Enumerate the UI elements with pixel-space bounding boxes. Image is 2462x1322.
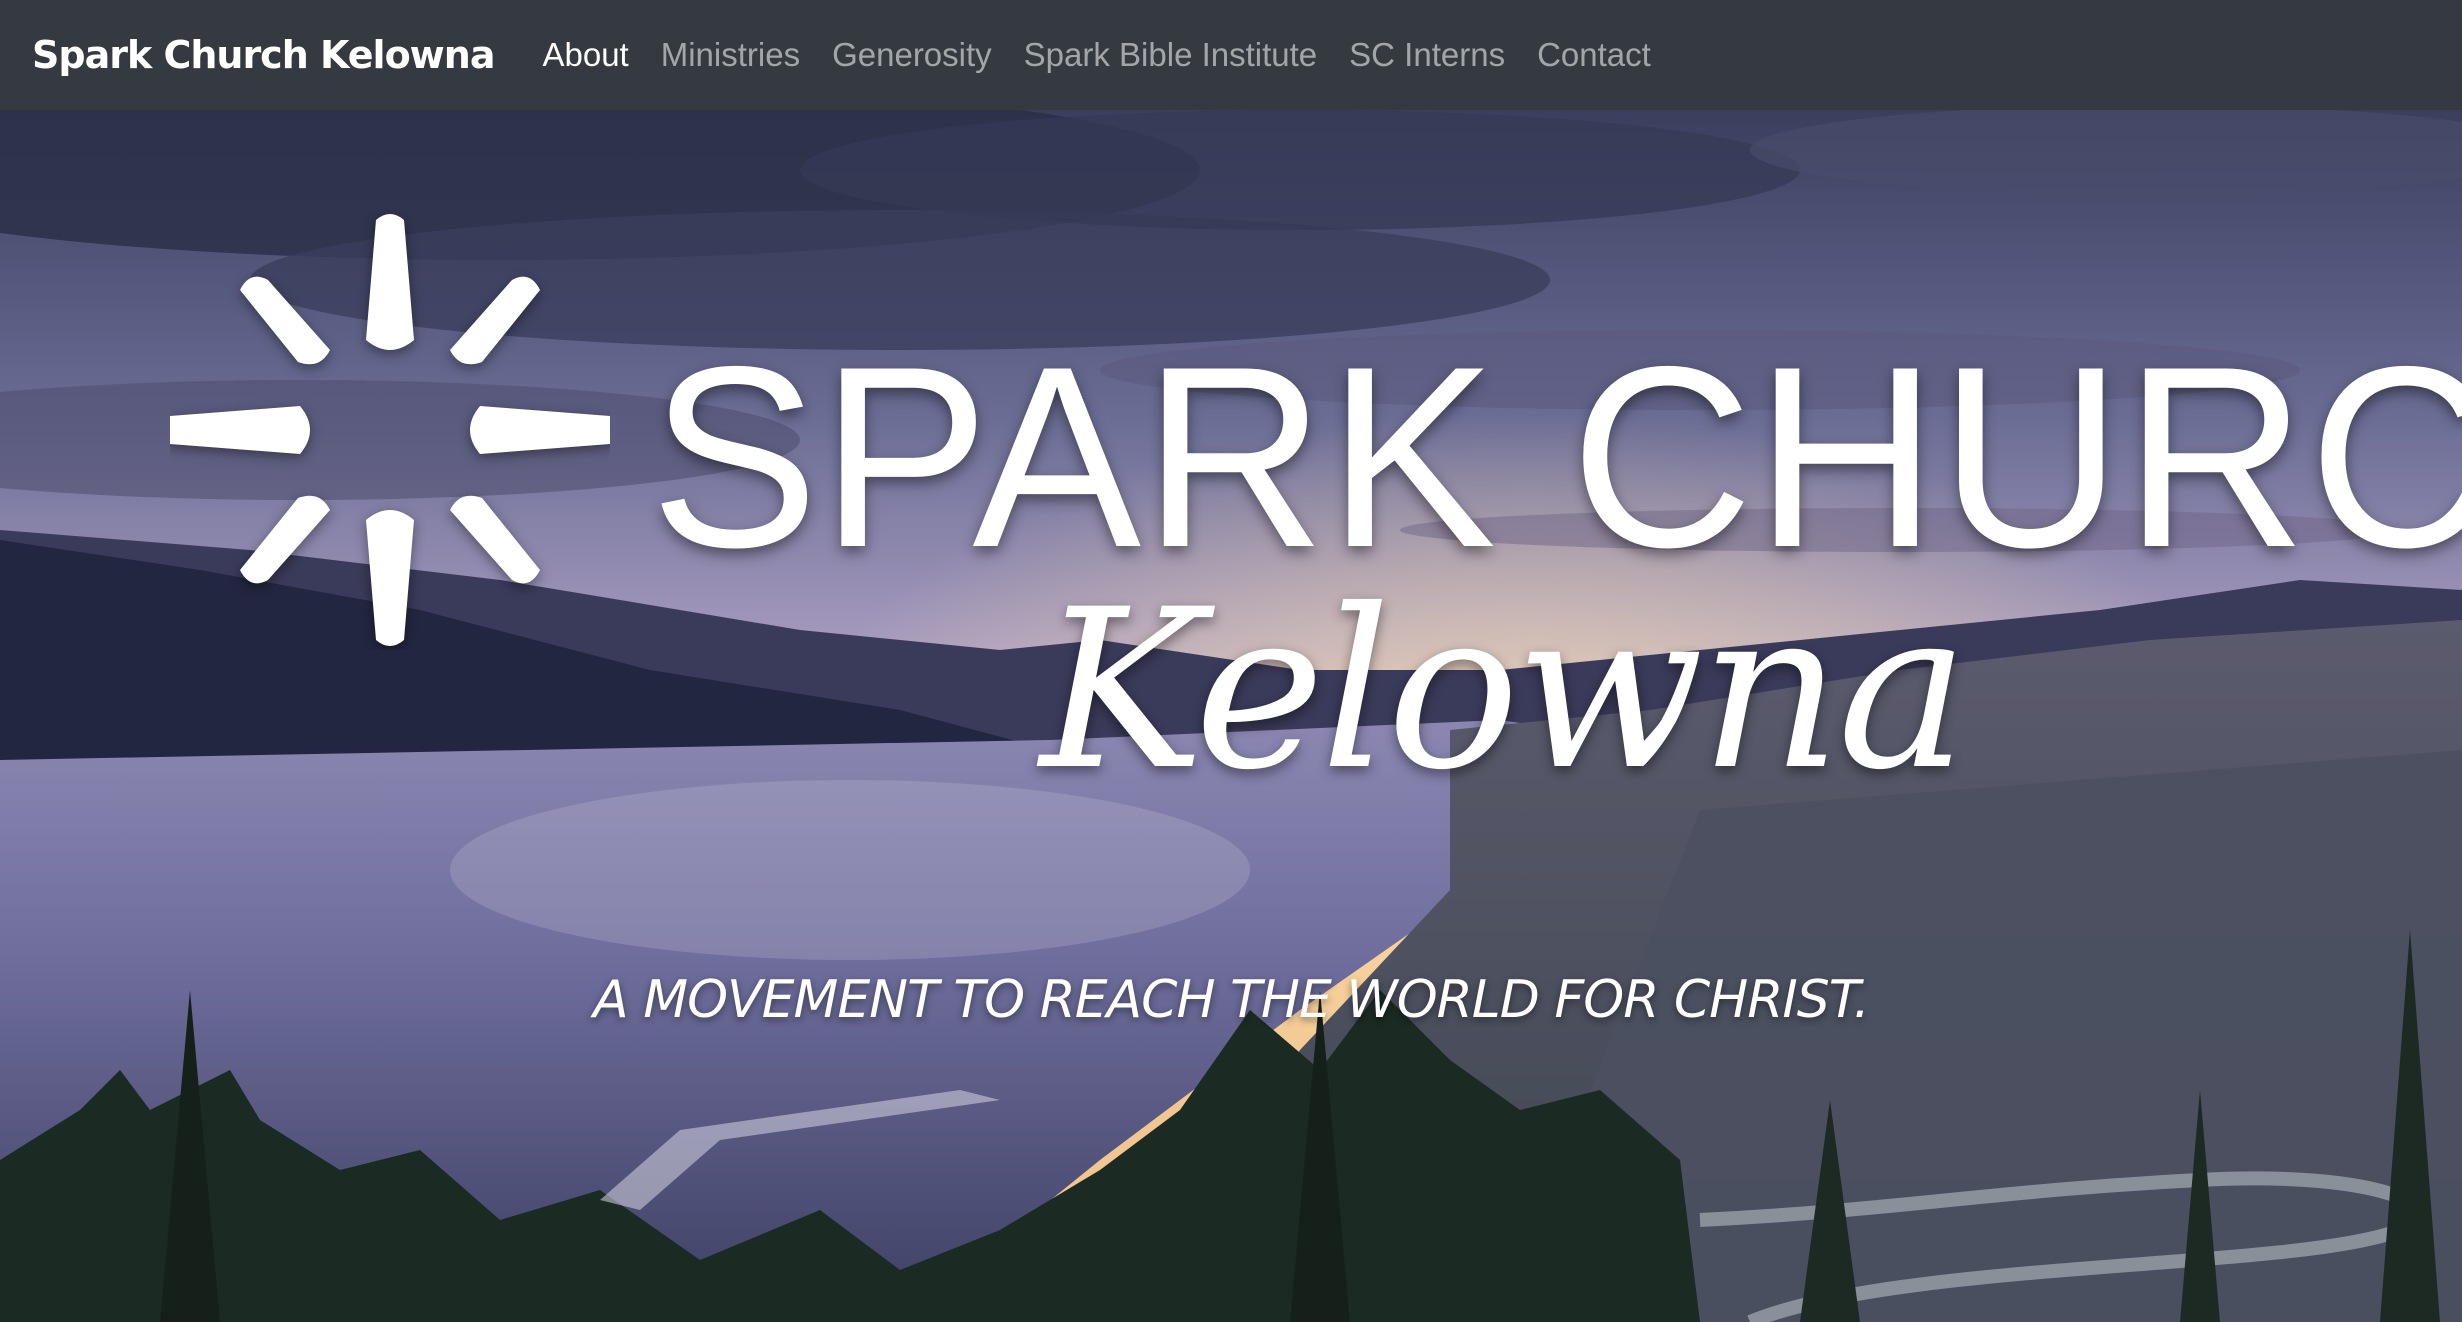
hero-banner: SPARK CHURCH Kelowna A MOVEMENT TO REACH… xyxy=(0,110,2462,1322)
hero-logo-title: SPARK CHURCH xyxy=(650,312,2462,601)
nav-item-generosity[interactable]: Generosity xyxy=(832,36,992,74)
nav-item-ministries[interactable]: Ministries xyxy=(661,36,800,74)
spark-icon xyxy=(170,214,610,646)
hero-logo-script: Kelowna xyxy=(1040,562,1969,818)
nav-item-sc-interns[interactable]: SC Interns xyxy=(1349,36,1505,74)
nav-item-spark-bible-institute[interactable]: Spark Bible Institute xyxy=(1024,36,1318,74)
brand-link[interactable]: Spark Church Kelowna xyxy=(32,33,495,77)
nav-menu: About Ministries Generosity Spark Bible … xyxy=(542,36,1682,74)
top-navbar: Spark Church Kelowna About Ministries Ge… xyxy=(0,0,2462,110)
hero-tagline: A MOVEMENT TO REACH THE WORLD FOR CHRIST… xyxy=(593,970,1870,1030)
nav-item-about[interactable]: About xyxy=(542,36,628,74)
nav-item-contact[interactable]: Contact xyxy=(1537,36,1651,74)
